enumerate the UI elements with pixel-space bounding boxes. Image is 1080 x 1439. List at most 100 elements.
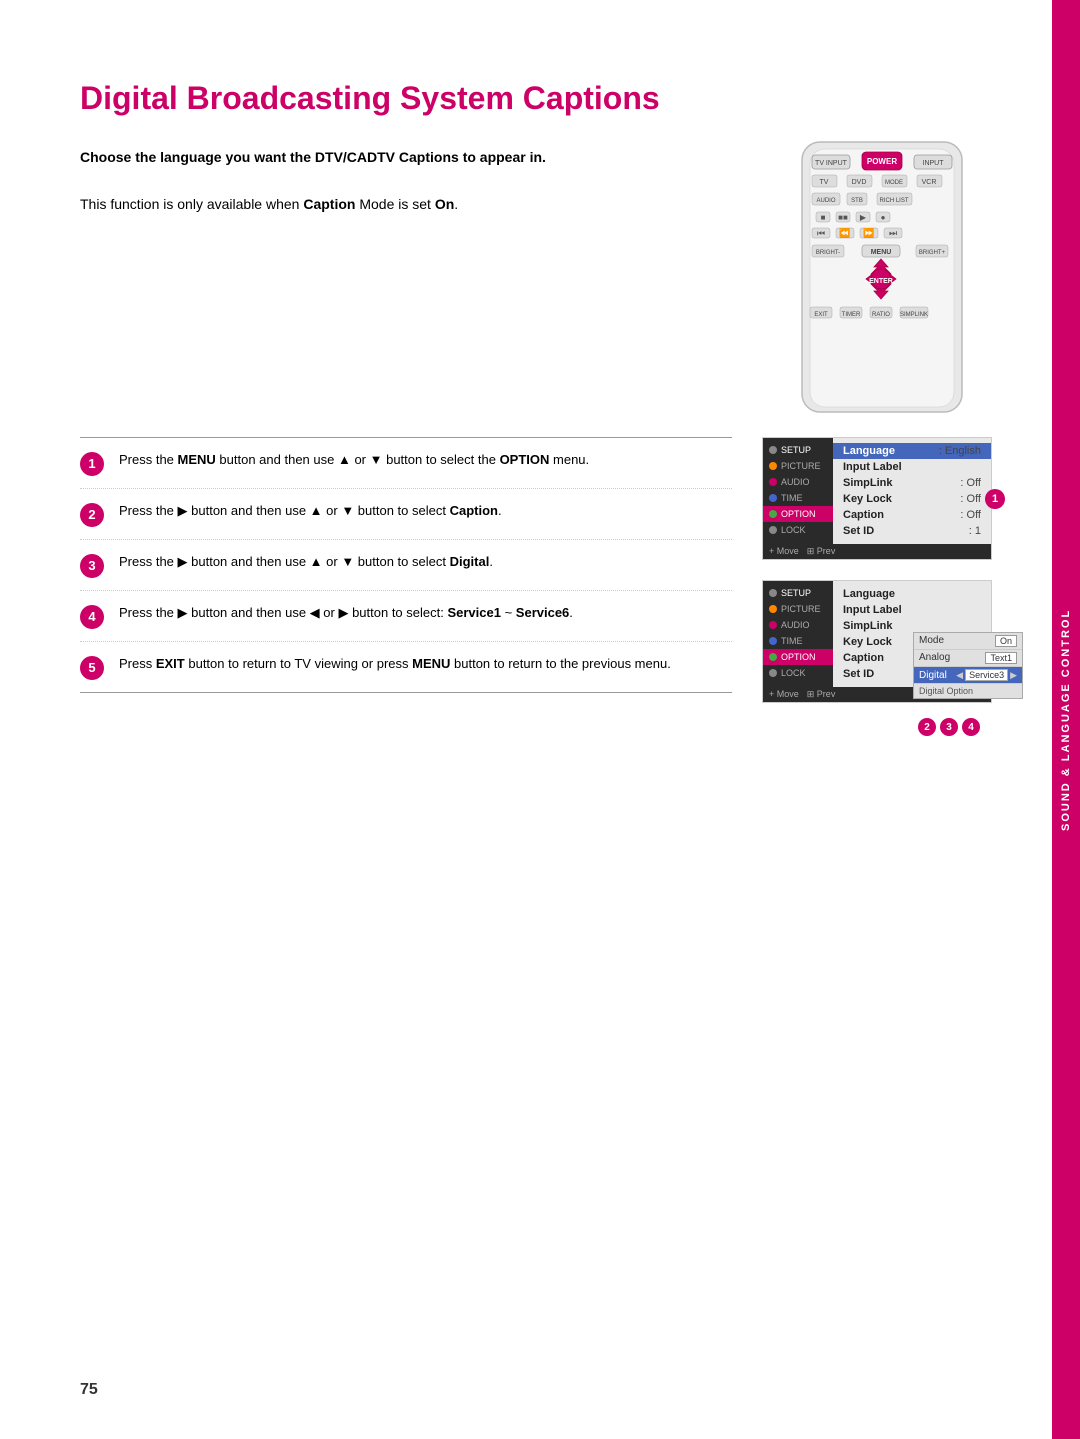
menu-panel-1: SETUP PICTURE AUDIO	[762, 437, 992, 560]
svg-text:INPUT: INPUT	[923, 160, 945, 167]
menu-panel-2-inner: SETUP PICTURE AUDIO	[763, 581, 991, 687]
svg-text:RICH LIST: RICH LIST	[879, 198, 908, 204]
svg-text:⏪: ⏪	[839, 227, 850, 238]
remote-container: TV INPUT POWER INPUT TV DVD MODE	[772, 137, 992, 417]
menu-item-time-2: TIME	[763, 633, 833, 649]
menu-badge-1: 1	[985, 489, 1005, 509]
step-number-1: 1	[80, 452, 104, 476]
step-2: 2 Press the ▶ button and then use ▲ or ▼…	[80, 489, 732, 540]
step-5: 5 Press EXIT button to return to TV view…	[80, 642, 732, 693]
step-1: 1 Press the MENU button and then use ▲ o…	[80, 437, 732, 489]
svg-text:BRIGHT+: BRIGHT+	[919, 250, 946, 256]
menu-icon-picture-1	[769, 462, 777, 470]
panel-badges-row: 2 3 4	[762, 718, 992, 736]
top-section: Choose the language you want the DTV/CAD…	[80, 147, 992, 417]
svg-text:⏭: ⏭	[889, 228, 897, 238]
svg-text:MODE: MODE	[885, 180, 903, 186]
menu-item-setup-1: SETUP	[763, 442, 833, 458]
menu-item-audio-1: AUDIO	[763, 474, 833, 490]
menu-row-language-1: Language : English	[833, 443, 991, 459]
menu-item-lock-2: LOCK	[763, 665, 833, 681]
sub-option-digital: Digital ◀ Service3 ▶	[914, 667, 1022, 684]
menu-panel-2: SETUP PICTURE AUDIO	[762, 580, 992, 703]
right-sidebar: SOUND & LANGUAGE CONTROL	[1052, 0, 1080, 1439]
menu-row-inputlabel-1: Input Label	[843, 459, 981, 475]
menu-row-keylock-2: Key Lock Mode On Analog Text1	[843, 634, 987, 650]
svg-text:TIMER: TIMER	[842, 312, 861, 318]
menu-item-time-1: TIME	[763, 490, 833, 506]
page-container: Digital Broadcasting System Captions Cho…	[0, 0, 1080, 1439]
step-3: 3 Press the ▶ button and then use ▲ or ▼…	[80, 540, 732, 591]
svg-text:●: ●	[881, 213, 886, 222]
menu-right-col-1: Language : English Input Label SimpLink …	[833, 438, 991, 544]
menu-panel-1-inner: SETUP PICTURE AUDIO	[763, 438, 991, 544]
panel-badge-3: 3	[940, 718, 958, 736]
menu-item-lock-1: LOCK	[763, 522, 833, 538]
step-number-5: 5	[80, 656, 104, 680]
sub-option-analog: Analog Text1	[914, 650, 1022, 667]
remote-image-area: TV INPUT POWER INPUT TV DVD MODE	[772, 147, 992, 417]
sidebar-label: SOUND & LANGUAGE CONTROL	[1060, 608, 1072, 830]
sub-option-digital-option: Digital Option	[914, 684, 1022, 698]
main-content: Digital Broadcasting System Captions Cho…	[0, 0, 1052, 1439]
menu-item-picture-2: PICTURE	[763, 601, 833, 617]
svg-text:RATIO: RATIO	[872, 312, 890, 318]
panel-badge-4: 4	[962, 718, 980, 736]
menu-row-language-2: Language	[843, 586, 987, 602]
svg-text:TV INPUT: TV INPUT	[815, 160, 848, 167]
menu-item-setup-2: SETUP	[763, 585, 833, 601]
caption-bold1: Caption	[303, 196, 355, 212]
svg-text:ENTER: ENTER	[869, 278, 893, 285]
remote-control-image: TV INPUT POWER INPUT TV DVD MODE	[792, 137, 972, 417]
caption-bold2: On	[435, 196, 454, 212]
svg-text:BRIGHT-: BRIGHT-	[816, 250, 840, 256]
menu-right-col-2: Language Input Label SimpLink Key Lock	[833, 581, 991, 687]
menu-icon-option-2	[769, 653, 777, 661]
svg-text:⏮: ⏮	[817, 228, 825, 238]
menu-icon-audio-1	[769, 478, 777, 486]
menu-footer-1: + Move ⊞ Prev	[763, 544, 991, 559]
step-number-4: 4	[80, 605, 104, 629]
step-number-3: 3	[80, 554, 104, 578]
menu-row-inputlabel-2: Input Label	[843, 602, 987, 618]
menu-icon-audio-2	[769, 621, 777, 629]
step-text-5: Press EXIT button to return to TV viewin…	[119, 654, 732, 675]
panel-badge-2: 2	[918, 718, 936, 736]
menu-icon-option-1	[769, 510, 777, 518]
sub-option-mode: Mode On	[914, 633, 1022, 650]
svg-text:EXIT: EXIT	[814, 312, 828, 318]
step-4: 4 Press the ▶ button and then use ◀ or ▶…	[80, 591, 732, 642]
menu-icon-time-1	[769, 494, 777, 502]
page-title: Digital Broadcasting System Captions	[80, 80, 992, 117]
svg-text:POWER: POWER	[867, 157, 897, 166]
svg-text:▶: ▶	[860, 213, 867, 222]
menu-left-col-1: SETUP PICTURE AUDIO	[763, 438, 833, 544]
caption-note-part2: Mode is set	[355, 196, 434, 212]
svg-text:DVD: DVD	[852, 179, 867, 186]
menu-icon-lock-1	[769, 526, 777, 534]
menu-item-option-2: OPTION	[763, 649, 833, 665]
step-text-2: Press the ▶ button and then use ▲ or ▼ b…	[119, 501, 732, 522]
menu-icon-lock-2	[769, 669, 777, 677]
svg-text:MENU: MENU	[871, 249, 892, 256]
menu-icon-setup-2	[769, 589, 777, 597]
step-text-1: Press the MENU button and then use ▲ or …	[119, 450, 732, 471]
svg-text:■■: ■■	[838, 213, 848, 222]
svg-text:TV: TV	[820, 179, 829, 186]
svg-text:AUDIO: AUDIO	[816, 198, 835, 204]
step-number-2: 2	[80, 503, 104, 527]
menu-row-keylock-1: Key Lock : Off	[843, 491, 981, 507]
step-text-3: Press the ▶ button and then use ▲ or ▼ b…	[119, 552, 732, 573]
menu-item-picture-1: PICTURE	[763, 458, 833, 474]
svg-text:■: ■	[821, 213, 826, 222]
caption-note-part3: .	[454, 196, 458, 212]
menu-item-audio-2: AUDIO	[763, 617, 833, 633]
menu-row-simplink-1: SimpLink : Off	[843, 475, 981, 491]
svg-text:STB: STB	[851, 198, 863, 204]
step-text-4: Press the ▶ button and then use ◀ or ▶ b…	[119, 603, 732, 624]
steps-left: 1 Press the MENU button and then use ▲ o…	[80, 437, 732, 736]
page-number: 75	[80, 1381, 98, 1399]
menu-icon-setup-1	[769, 446, 777, 454]
svg-text:⏩: ⏩	[863, 227, 874, 238]
caption-note: This function is only available when Cap…	[80, 193, 732, 215]
